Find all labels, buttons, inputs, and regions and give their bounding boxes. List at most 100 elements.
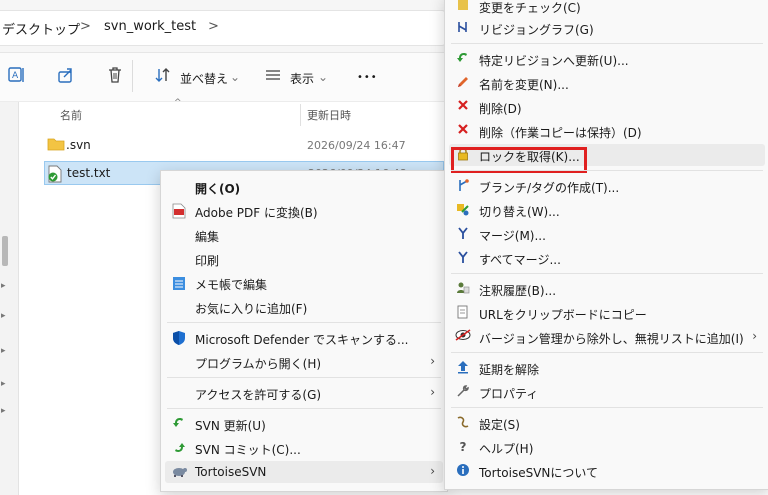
menu-item-merge-all[interactable]: すべてマージ... bbox=[449, 247, 765, 269]
svg-text:A: A bbox=[12, 71, 19, 81]
menu-item-label: マージ(M)... bbox=[479, 229, 546, 243]
delete-x-icon bbox=[455, 123, 471, 139]
chevron-down-icon: ⌄ bbox=[318, 70, 329, 84]
update-revision-icon bbox=[455, 51, 471, 67]
menu-item-open[interactable]: 開く(O) bbox=[165, 176, 443, 198]
menu-item-delete[interactable]: 削除(D) bbox=[449, 96, 765, 118]
file-date: 2026/09/24 16:47 bbox=[307, 139, 406, 152]
revision-graph-icon bbox=[455, 20, 471, 36]
menu-item-delete-keep-local[interactable]: 削除（作業コピーは保持）(D) bbox=[449, 120, 765, 142]
column-divider[interactable] bbox=[300, 104, 301, 126]
menu-item-label: 名前を変更(N)... bbox=[479, 78, 569, 92]
menu-item-grant-access[interactable]: アクセスを許可する(G) › bbox=[165, 382, 443, 404]
chevron-right-icon[interactable]: ▸ bbox=[1, 345, 11, 357]
blame-icon bbox=[455, 281, 471, 297]
chevron-right-icon[interactable]: ▸ bbox=[1, 405, 11, 417]
menu-item-label: 延期を解除 bbox=[479, 363, 540, 377]
column-header-name[interactable]: 名前 bbox=[60, 107, 82, 123]
menu-item-tortoisesvn[interactable]: TortoiseSVN › bbox=[165, 461, 443, 483]
menu-item-print[interactable]: 印刷 bbox=[165, 248, 443, 270]
menu-item-properties[interactable]: プロパティ bbox=[449, 381, 765, 403]
menu-item-label: TortoiseSVN bbox=[195, 465, 267, 479]
wrench-icon bbox=[455, 384, 471, 400]
check-modifications-icon bbox=[455, 0, 471, 14]
copy-url-icon bbox=[455, 305, 471, 321]
menu-item-merge[interactable]: マージ(M)... bbox=[449, 223, 765, 245]
menu-item-update-to-revision[interactable]: 特定リビジョンへ更新(U)... bbox=[449, 48, 765, 70]
svn-update-icon bbox=[171, 416, 187, 432]
view-icon bbox=[262, 66, 284, 88]
delete-icon[interactable] bbox=[104, 66, 126, 88]
folder-icon bbox=[47, 137, 65, 154]
menu-item-branch-tag[interactable]: ブランチ/タグの作成(T)... bbox=[449, 175, 765, 197]
view-button[interactable]: 表示 bbox=[290, 70, 314, 87]
menu-item-label: 切り替え(W)... bbox=[479, 205, 560, 219]
chevron-right-icon: › bbox=[430, 464, 435, 478]
branch-icon bbox=[455, 178, 471, 194]
menu-item-revision-graph[interactable]: リビジョングラフ(G) bbox=[449, 17, 765, 39]
menu-item-rename[interactable]: 名前を変更(N)... bbox=[449, 72, 765, 94]
chevron-right-icon[interactable]: ▸ bbox=[1, 378, 11, 390]
breadcrumb-separator: > bbox=[208, 19, 219, 34]
menu-item-label: ブランチ/タグの作成(T)... bbox=[479, 181, 620, 195]
nav-scrollbar-thumb[interactable] bbox=[2, 236, 8, 266]
menu-item-release-lock[interactable]: 延期を解除 bbox=[449, 357, 765, 379]
sort-up-icon: ^ bbox=[174, 98, 182, 108]
menu-item-switch[interactable]: 切り替え(W)... bbox=[449, 199, 765, 221]
file-name: .svn bbox=[66, 138, 91, 152]
chevron-right-icon[interactable]: ▸ bbox=[1, 280, 11, 292]
menu-item-adobe-pdf[interactable]: Adobe PDF に変換(B) bbox=[165, 200, 443, 222]
column-header-modified[interactable]: 更新日時 bbox=[307, 107, 351, 123]
menu-item-notepad[interactable]: メモ帳で編集 bbox=[165, 272, 443, 294]
menu-item-label: Adobe PDF に変換(B) bbox=[195, 206, 318, 220]
menu-divider bbox=[451, 170, 763, 171]
merge-icon bbox=[455, 226, 471, 242]
menu-item-open-with[interactable]: プログラムから開く(H) › bbox=[165, 351, 443, 373]
menu-item-copy-url[interactable]: URLをクリップボードにコピー bbox=[449, 302, 765, 324]
file-row[interactable]: .svn 2026/09/24 16:47 bbox=[44, 133, 444, 157]
tortoisesvn-icon bbox=[171, 464, 187, 480]
help-icon: ? bbox=[459, 440, 467, 454]
chevron-right-icon: › bbox=[752, 329, 757, 343]
menu-divider bbox=[451, 352, 763, 353]
menu-item-label: プロパティ bbox=[479, 387, 539, 401]
sort-button[interactable]: 並べ替え bbox=[180, 70, 228, 87]
delete-x-icon bbox=[455, 99, 471, 115]
menu-item-unversion-ignore[interactable]: バージョン管理から除外し、無視リストに追加(I) › bbox=[449, 326, 765, 348]
breadcrumb-svn-work-test[interactable]: svn_work_test bbox=[104, 19, 196, 34]
menu-item-check-modifications[interactable]: 変更をチェック(C) bbox=[449, 0, 765, 17]
menu-item-label: TortoiseSVNについて bbox=[479, 466, 599, 480]
menu-item-label: 特定リビジョンへ更新(U)... bbox=[479, 54, 629, 68]
menu-item-svn-update[interactable]: SVN 更新(U) bbox=[165, 413, 443, 435]
menu-item-label: メモ帳で編集 bbox=[195, 278, 268, 292]
menu-item-get-lock[interactable]: ロックを取得(K)... bbox=[449, 144, 765, 173]
release-icon bbox=[455, 360, 471, 376]
menu-item-label: 編集 bbox=[195, 230, 220, 244]
menu-item-settings[interactable]: 設定(S) bbox=[449, 412, 765, 434]
breadcrumb-desktop[interactable]: デスクトップ bbox=[2, 19, 80, 38]
menu-item-label: 変更をチェック(C) bbox=[479, 1, 581, 15]
svn-commit-icon bbox=[171, 440, 187, 456]
menu-item-edit[interactable]: 編集 bbox=[165, 224, 443, 246]
info-icon bbox=[455, 463, 471, 479]
more-options-button[interactable]: ••• bbox=[357, 72, 378, 83]
menu-item-about[interactable]: TortoiseSVNについて bbox=[449, 460, 765, 482]
menu-item-label: アクセスを許可する(G) bbox=[195, 388, 322, 402]
menu-item-label: すべてマージ... bbox=[479, 253, 561, 267]
chevron-right-icon[interactable]: ▸ bbox=[1, 310, 11, 322]
context-menu: 開く(O) Adobe PDF に変換(B) 編集 印刷 メモ帳で編集 お気に入… bbox=[160, 170, 448, 492]
chevron-right-icon: › bbox=[430, 385, 435, 399]
menu-item-defender[interactable]: Microsoft Defender でスキャンする... bbox=[165, 327, 443, 349]
rename-icon[interactable]: A bbox=[6, 66, 28, 88]
sort-icon bbox=[152, 66, 174, 88]
menu-divider bbox=[451, 43, 763, 44]
menu-item-label: プログラムから開く(H) bbox=[195, 357, 322, 371]
switch-icon bbox=[455, 202, 471, 218]
menu-item-svn-commit[interactable]: SVN コミット(C)... bbox=[165, 437, 443, 459]
menu-item-help[interactable]: ? ヘルプ(H) bbox=[449, 436, 765, 458]
share-icon[interactable] bbox=[55, 66, 77, 88]
menu-item-blame[interactable]: 注釈履歴(B)... bbox=[449, 278, 765, 300]
menu-item-label: URLをクリップボードにコピー bbox=[479, 308, 647, 322]
lock-icon bbox=[455, 147, 471, 163]
menu-item-favorite[interactable]: お気に入りに追加(F) bbox=[165, 296, 443, 318]
